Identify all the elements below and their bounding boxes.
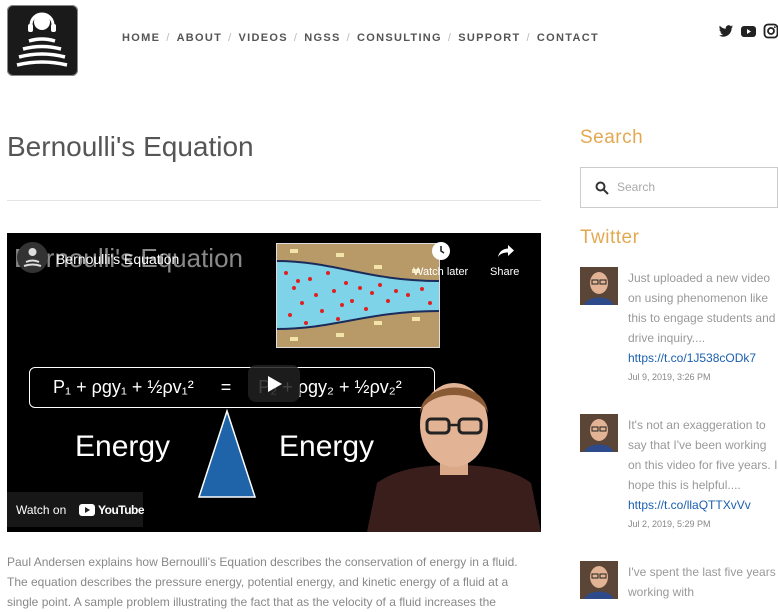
- nav-support[interactable]: SUPPORT: [458, 32, 520, 44]
- watch-later-label[interactable]: Watch later: [413, 266, 468, 278]
- tweet-body: Just uploaded a new video on using pheno…: [628, 271, 776, 345]
- equation-equals: =: [220, 377, 232, 397]
- instagram-icon[interactable]: [763, 23, 778, 39]
- twitter-heading: Twitter: [580, 227, 640, 248]
- youtube-play-icon: [79, 504, 95, 516]
- watch-on-label: Watch on: [16, 503, 67, 517]
- tweet-avatar[interactable]: [580, 561, 618, 599]
- tweet-text: Just uploaded a new video on using pheno…: [628, 268, 778, 368]
- tweet-body: I've spent the last five years working w…: [628, 565, 776, 599]
- play-button[interactable]: [248, 365, 300, 402]
- clock-icon[interactable]: [432, 242, 450, 260]
- tweet-timestamp[interactable]: Jul 9, 2019, 3:26 PM: [628, 372, 711, 382]
- search-heading: Search: [580, 127, 644, 148]
- site-logo[interactable]: [7, 5, 78, 76]
- equation-left: P₁ + ρgy₁ + ½ρv₁²: [53, 377, 194, 397]
- avatar: [580, 267, 618, 305]
- youtube-icon[interactable]: [740, 23, 757, 39]
- nav-separator: /: [293, 32, 299, 44]
- fluid-flow-diagram: [276, 243, 440, 348]
- equation: P₁ + ρgy₁ + ½ρv₁² = P₂ + ρgy₂ + ½ρv₂²: [53, 377, 402, 398]
- search-input[interactable]: [615, 179, 769, 195]
- tweet-avatar[interactable]: [580, 414, 618, 452]
- share-label[interactable]: Share: [490, 266, 519, 278]
- youtube-logo-text: YouTube: [98, 503, 145, 517]
- tweet-body: It's not an exaggeration to say that I'v…: [628, 418, 778, 492]
- nav-separator: /: [346, 32, 351, 44]
- tweet-avatar[interactable]: [580, 267, 618, 305]
- headphones-waves-icon: [16, 12, 68, 67]
- tweet-timestamp[interactable]: Jul 2, 2019, 5:29 PM: [628, 519, 711, 529]
- tweet-link[interactable]: https://t.co/1J538cODk7: [628, 351, 756, 365]
- presenter-image: [367, 383, 541, 532]
- channel-avatar[interactable]: [17, 242, 48, 273]
- nav-about[interactable]: ABOUT: [177, 32, 223, 44]
- search-icon: [595, 181, 609, 195]
- youtube-logo: YouTube: [79, 503, 145, 517]
- tweet-text: I've spent the last five years working w…: [628, 562, 778, 602]
- embedded-video[interactable]: Bernoulli's Equation Bernoulli's Equatio…: [7, 233, 541, 532]
- social-links: [718, 23, 778, 39]
- avatar: [580, 414, 618, 452]
- watch-on-youtube-button[interactable]: Watch on YouTube: [7, 492, 145, 527]
- nav-home[interactable]: HOME: [122, 32, 160, 44]
- share-icon[interactable]: [497, 242, 515, 260]
- title-divider: [7, 200, 541, 201]
- energy-left-label: Energy: [75, 430, 171, 463]
- tweet-text: It's not an exaggeration to say that I'v…: [628, 415, 778, 515]
- nav-videos[interactable]: VIDEOS: [239, 32, 288, 44]
- nav-separator: /: [228, 32, 233, 44]
- search-box[interactable]: [580, 167, 778, 208]
- nav-ngss[interactable]: NGSS: [304, 32, 340, 44]
- nav-separator: /: [166, 32, 171, 44]
- video-description: Paul Andersen explains how Bernoulli's E…: [7, 555, 518, 609]
- main-nav: HOME / ABOUT / VIDEOS / NGSS / CONSULTIN…: [122, 32, 599, 44]
- energy-right-label: Energy: [279, 430, 375, 463]
- nav-consulting[interactable]: CONSULTING: [357, 32, 442, 44]
- video-title[interactable]: Bernoulli's Equation: [56, 251, 179, 267]
- tweet-link[interactable]: https://t.co/llaQTTXvVv: [628, 498, 751, 512]
- nav-contact[interactable]: CONTACT: [537, 32, 599, 44]
- nav-separator: /: [447, 32, 453, 44]
- headphones-waves-icon: [23, 248, 42, 267]
- triangle-shape: [197, 409, 257, 498]
- avatar: [580, 561, 618, 599]
- nav-separator: /: [526, 32, 531, 44]
- page-title: Bernoulli's Equation: [7, 131, 254, 162]
- twitter-icon[interactable]: [718, 23, 734, 39]
